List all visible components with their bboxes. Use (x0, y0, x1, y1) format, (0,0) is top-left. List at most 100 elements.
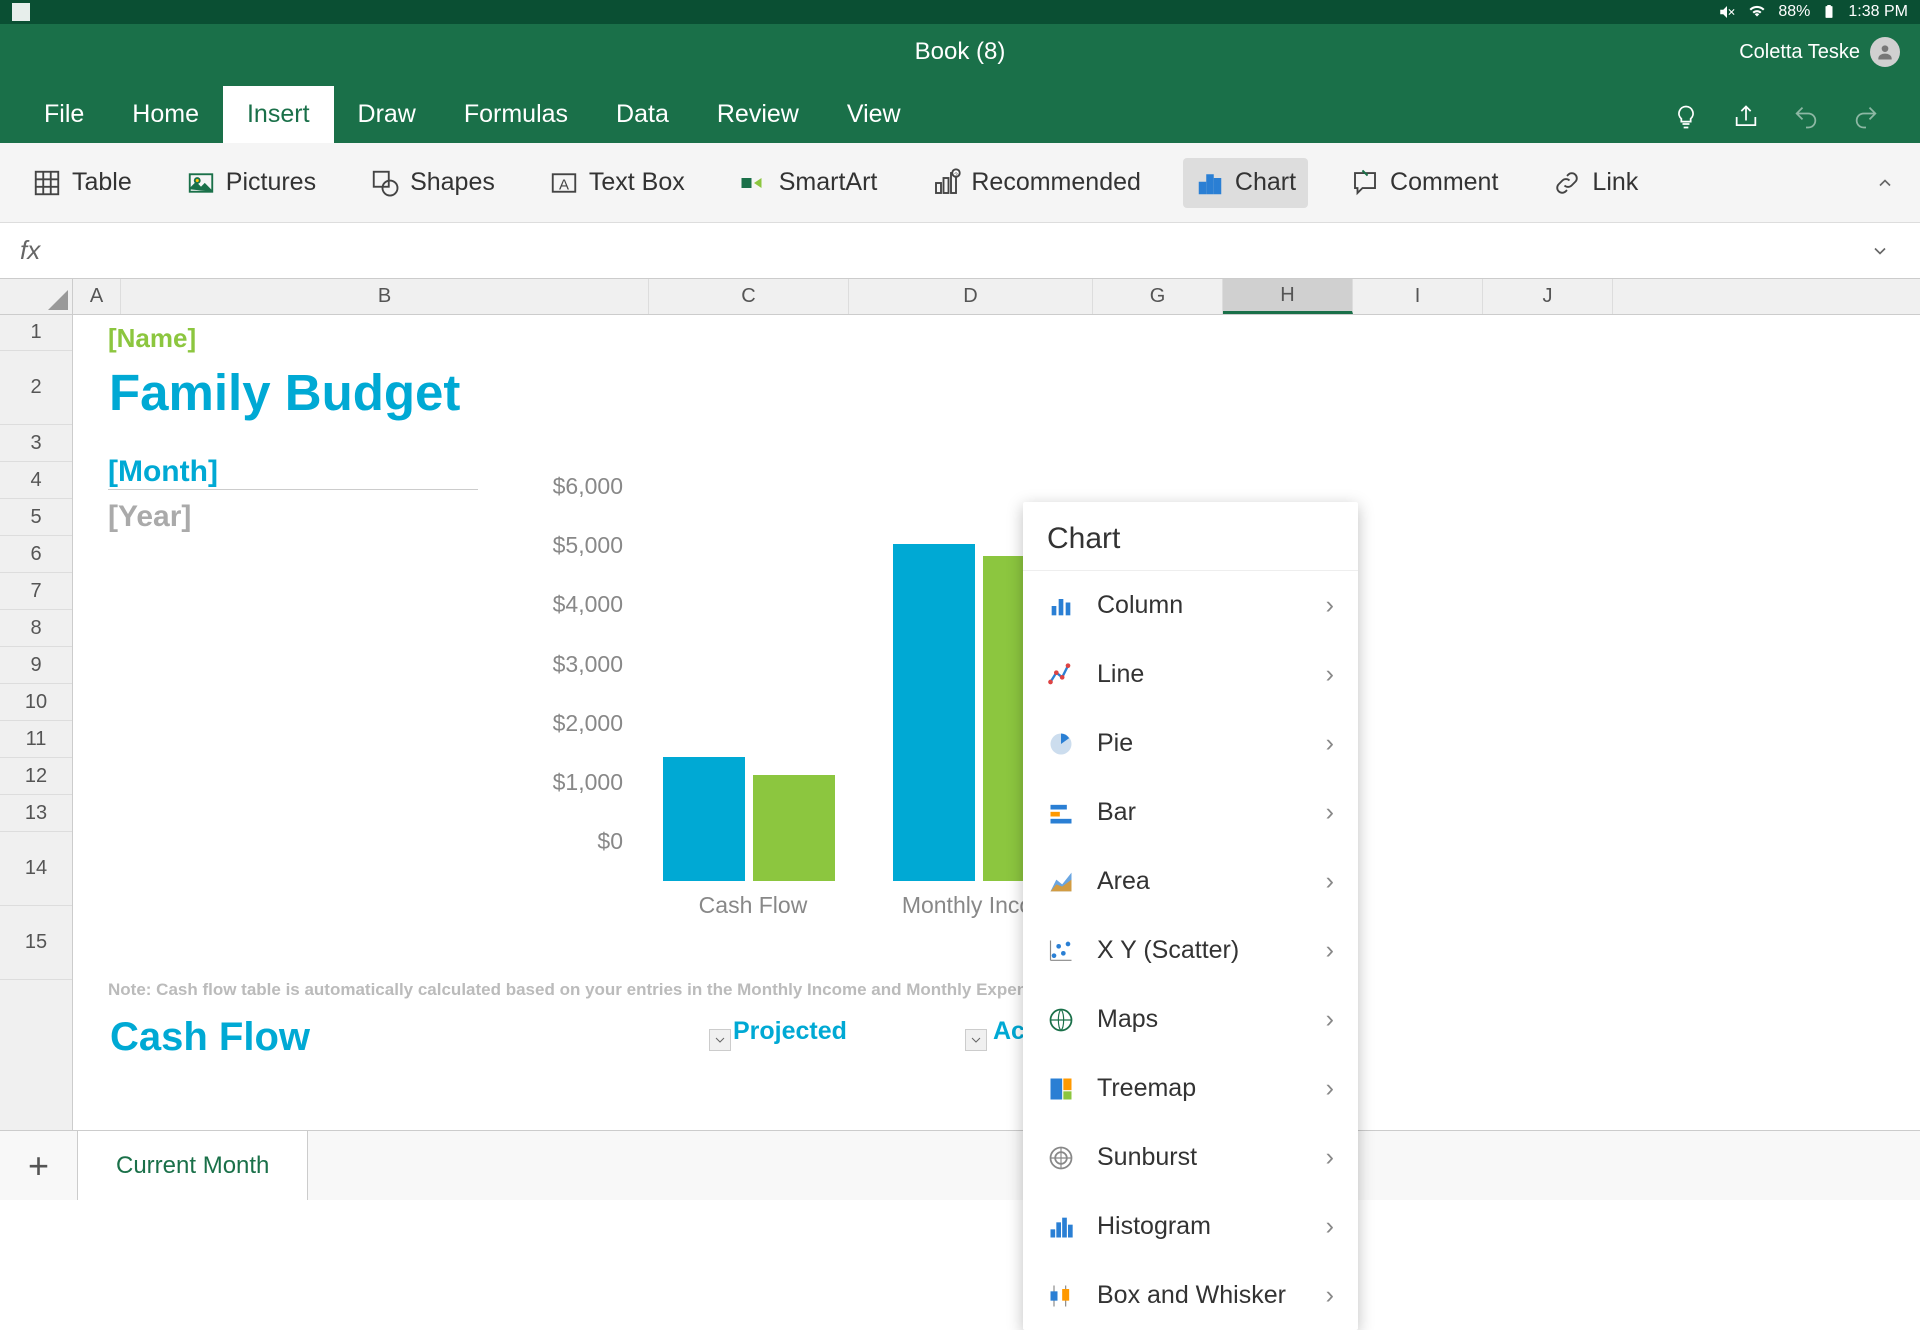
chart-type-column[interactable]: Column› (1023, 571, 1358, 640)
redo-icon[interactable] (1852, 103, 1880, 131)
row-header[interactable]: 11 (0, 721, 72, 758)
table-icon (32, 168, 62, 198)
chart-y-axis-label: $1,000 (523, 769, 623, 796)
chart-type-area[interactable]: Area› (1023, 847, 1358, 916)
ribbon-tabs: File Home Insert Draw Formulas Data Revi… (0, 80, 1920, 143)
chevron-right-icon: › (1326, 660, 1334, 689)
tab-view[interactable]: View (823, 86, 925, 143)
sheet-tab-current-month[interactable]: Current Month (78, 1131, 308, 1200)
chevron-right-icon: › (1326, 729, 1334, 758)
insert-smartart-button[interactable]: SmartArt (727, 158, 890, 208)
area-icon (1047, 868, 1075, 896)
column-header[interactable]: I (1353, 279, 1483, 314)
expand-formula-icon[interactable] (1870, 241, 1890, 261)
row-header[interactable]: 12 (0, 758, 72, 795)
cell-area[interactable]: [Name] Family Budget [Month] [Year] Note… (73, 315, 1920, 1130)
cell-note[interactable]: Note: Cash flow table is automatically c… (108, 980, 1100, 1000)
row-header[interactable]: 5 (0, 499, 72, 536)
chart-type-line[interactable]: Line› (1023, 640, 1358, 709)
maps-icon (1047, 1006, 1075, 1034)
tab-formulas[interactable]: Formulas (440, 86, 592, 143)
sunburst-icon (1047, 1144, 1075, 1172)
row-header[interactable]: 9 (0, 647, 72, 684)
cell-month-placeholder[interactable]: [Month] (108, 455, 478, 490)
chart-type-x-y-scatter-[interactable]: X Y (Scatter)› (1023, 916, 1358, 985)
chart-bar (893, 544, 975, 881)
battery-icon (1822, 3, 1836, 21)
tab-review[interactable]: Review (693, 86, 823, 143)
column-header[interactable]: J (1483, 279, 1613, 314)
chevron-right-icon: › (1326, 936, 1334, 965)
recommended-icon: ? (931, 168, 961, 198)
cell-name-placeholder[interactable]: [Name] (108, 323, 196, 354)
insert-comment-button[interactable]: Comment (1338, 158, 1510, 208)
smartart-icon (739, 168, 769, 198)
chart-type-dropdown: Chart Column›Line›Pie›Bar›Area›X Y (Scat… (1023, 502, 1358, 1330)
chart-type-sunburst[interactable]: Sunburst› (1023, 1123, 1358, 1192)
column-header[interactable]: H (1223, 279, 1353, 314)
user-name: Coletta Teske (1739, 41, 1860, 64)
row-header[interactable]: 1 (0, 315, 72, 351)
column-headers[interactable]: ABCDGHIJ (73, 279, 1920, 315)
cell-projected-header[interactable]: Projected (733, 1017, 847, 1046)
chart-type-histogram[interactable]: Histogram› (1023, 1192, 1358, 1261)
column-header[interactable]: B (121, 279, 649, 314)
select-all-corner[interactable] (0, 279, 73, 315)
lightbulb-icon[interactable] (1672, 103, 1700, 131)
row-header[interactable]: 7 (0, 573, 72, 610)
chart-y-axis-label: $3,000 (523, 651, 623, 678)
insert-link-button[interactable]: Link (1540, 158, 1650, 208)
row-header[interactable]: 8 (0, 610, 72, 647)
svg-text:?: ? (955, 171, 959, 178)
spreadsheet-grid[interactable]: 1 2 3 4 5 6 7 8 9 10 11 12 13 14 15 ABCD… (0, 279, 1920, 1130)
chart-type-maps[interactable]: Maps› (1023, 985, 1358, 1054)
column-header[interactable]: D (849, 279, 1093, 314)
row-header[interactable]: 13 (0, 795, 72, 832)
user-account[interactable]: Coletta Teske (1739, 37, 1900, 67)
filter-dropdown-icon[interactable] (965, 1029, 987, 1051)
chevron-right-icon: › (1326, 867, 1334, 896)
row-header[interactable]: 15 (0, 906, 72, 980)
cell-title[interactable]: Family Budget (109, 363, 460, 422)
pie-icon (1047, 730, 1075, 758)
insert-chart-button[interactable]: Chart (1183, 158, 1308, 208)
tab-data[interactable]: Data (592, 86, 693, 143)
column-header[interactable]: G (1093, 279, 1223, 314)
filter-dropdown-icon[interactable] (709, 1029, 731, 1051)
undo-icon[interactable] (1792, 103, 1820, 131)
tab-home[interactable]: Home (108, 86, 223, 143)
row-header[interactable]: 2 (0, 351, 72, 425)
cell-year-placeholder[interactable]: [Year] (108, 500, 191, 534)
column-header[interactable]: A (73, 279, 121, 314)
document-title: Book (8) (915, 38, 1006, 66)
add-sheet-button[interactable]: + (0, 1131, 78, 1200)
insert-pictures-button[interactable]: Pictures (174, 158, 328, 208)
row-header[interactable]: 10 (0, 684, 72, 721)
row-headers[interactable]: 1 2 3 4 5 6 7 8 9 10 11 12 13 14 15 (0, 315, 73, 1130)
row-header[interactable]: 14 (0, 832, 72, 906)
chart-x-axis-label: Cash Flow (653, 892, 853, 919)
textbox-icon: A (549, 168, 579, 198)
collapse-ribbon-icon[interactable] (1875, 173, 1895, 193)
share-icon[interactable] (1732, 103, 1760, 131)
column-header[interactable]: C (649, 279, 849, 314)
clock-time: 1:38 PM (1848, 3, 1908, 21)
insert-recommended-button[interactable]: ? Recommended (919, 158, 1153, 208)
wifi-icon (1748, 3, 1766, 21)
chart-y-axis-label: $5,000 (523, 532, 623, 559)
tab-insert[interactable]: Insert (223, 86, 334, 143)
insert-table-button[interactable]: Table (20, 158, 144, 208)
row-header[interactable]: 3 (0, 425, 72, 462)
insert-shapes-button[interactable]: Shapes (358, 158, 507, 208)
chart-type-box-and-whisker[interactable]: Box and Whisker› (1023, 1261, 1358, 1330)
chart-type-bar[interactable]: Bar› (1023, 778, 1358, 847)
insert-textbox-button[interactable]: A Text Box (537, 158, 697, 208)
tab-draw[interactable]: Draw (334, 86, 440, 143)
chart-type-treemap[interactable]: Treemap› (1023, 1054, 1358, 1123)
row-header[interactable]: 6 (0, 536, 72, 573)
cell-cashflow-header[interactable]: Cash Flow (110, 1015, 310, 1060)
row-header[interactable]: 4 (0, 462, 72, 499)
chart-type-pie[interactable]: Pie› (1023, 709, 1358, 778)
formula-bar[interactable]: fx (0, 223, 1920, 279)
tab-file[interactable]: File (20, 86, 108, 143)
